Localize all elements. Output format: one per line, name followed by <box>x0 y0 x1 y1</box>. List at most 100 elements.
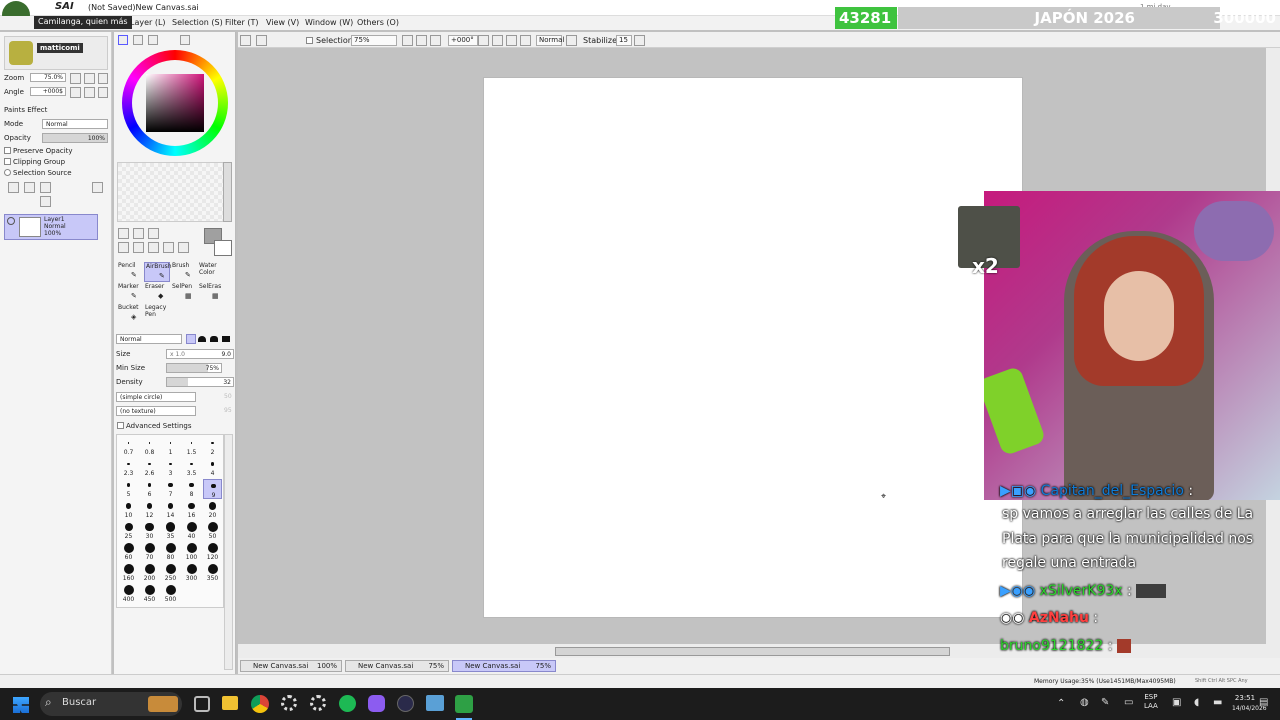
windows-start-icon[interactable] <box>13 697 29 713</box>
brush-shape-dropdown[interactable]: (simple circle) <box>116 392 196 402</box>
layer-row[interactable]: Layer1 Normal 100% <box>4 214 98 240</box>
rotate-left-icon[interactable] <box>70 87 81 98</box>
brush-size-cell[interactable]: 2.3 <box>119 458 138 478</box>
tray-app-icon[interactable]: ▭ <box>1124 697 1133 708</box>
swatch-area[interactable] <box>117 162 227 222</box>
canvas-tab[interactable]: New Canvas.sai 75% <box>345 660 449 672</box>
deselect-icon[interactable] <box>240 35 251 46</box>
shape-round-1-icon[interactable] <box>198 336 206 342</box>
maximize-icon[interactable]: ▢ <box>1230 3 1238 12</box>
menu-layer[interactable]: Layer (L) <box>130 18 166 27</box>
tool-pencil[interactable]: Pencil ✎ <box>117 262 143 282</box>
swatch-tab-icon[interactable] <box>180 35 190 45</box>
brush-size-cell[interactable]: 25 <box>119 521 138 541</box>
brush-size-cell[interactable]: 60 <box>119 542 138 562</box>
rotate-ccw-icon[interactable] <box>478 35 489 46</box>
notification-icon[interactable]: ▤ <box>1259 697 1268 708</box>
tray-chevron-icon[interactable]: ⌃ <box>1057 698 1065 709</box>
zoom-in-toolbar-icon[interactable] <box>402 35 413 46</box>
brush-size-cell[interactable]: 14 <box>161 500 180 520</box>
rotate-cw-icon[interactable] <box>492 35 503 46</box>
zoom-in-icon[interactable] <box>70 73 81 84</box>
tool-bucket[interactable]: Bucket ◈ <box>117 304 143 324</box>
lasso-icon[interactable] <box>133 228 144 239</box>
zoom-out-icon[interactable] <box>84 73 95 84</box>
min-size-slider[interactable]: 75% <box>166 363 222 373</box>
sai-taskbar-icon[interactable] <box>455 695 473 713</box>
density-slider[interactable]: 32 <box>166 377 234 387</box>
network-icon[interactable]: ▣ <box>1172 697 1181 708</box>
size-grid-scrollbar[interactable] <box>224 434 233 670</box>
brush-size-cell[interactable]: 400 <box>119 584 138 604</box>
angle-value[interactable]: +000$ <box>30 87 66 96</box>
advanced-settings-checkbox[interactable] <box>117 422 124 429</box>
brush-size-cell[interactable]: 300 <box>182 563 201 583</box>
rgb-slider-tab-icon[interactable] <box>133 35 143 45</box>
taskview-icon[interactable] <box>194 696 210 712</box>
brush-size-cell[interactable]: 30 <box>140 521 159 541</box>
color-wheel-tab-icon[interactable] <box>118 35 128 45</box>
zoom-out-toolbar-icon[interactable] <box>416 35 427 46</box>
mode-dropdown[interactable]: Normal <box>42 119 108 129</box>
selection-checkbox[interactable] <box>306 37 313 44</box>
size-slider[interactable]: x 1.0 9.0 <box>166 349 234 359</box>
brush-size-cell[interactable]: 6 <box>140 479 159 499</box>
tool-eraser[interactable]: Eraser ◆ <box>144 283 170 303</box>
tool-watercolor[interactable]: Water Color <box>198 262 224 282</box>
discord-icon[interactable] <box>368 695 385 712</box>
brush-size-cell[interactable]: 50 <box>203 521 222 541</box>
rotate-right-icon[interactable] <box>84 87 95 98</box>
microphone-icon[interactable]: ◍ <box>1080 697 1089 708</box>
menu-others[interactable]: Others (O) <box>357 18 399 27</box>
magic-wand-icon[interactable] <box>148 228 159 239</box>
drawing-canvas[interactable] <box>483 77 1023 618</box>
blend-mode-dropdown[interactable]: Normal <box>116 334 182 344</box>
photos-icon[interactable] <box>426 695 444 711</box>
zoom-tool-icon[interactable] <box>133 242 144 253</box>
app-gear-icon[interactable] <box>310 695 326 711</box>
shape-triangle-icon[interactable] <box>186 334 196 344</box>
tool-seleras[interactable]: SelEras ▦ <box>198 283 224 303</box>
brush-size-cell[interactable]: 40 <box>182 521 201 541</box>
rotate-reset-toolbar-icon[interactable] <box>506 35 517 46</box>
file-explorer-icon[interactable] <box>222 696 238 710</box>
zoom-dropdown[interactable]: 75% <box>351 35 397 46</box>
layer-transfer-icon[interactable] <box>40 196 51 207</box>
color-wheel[interactable] <box>122 50 228 156</box>
tool-legacypen[interactable]: Legacy Pen <box>144 304 170 324</box>
stabilizer-dropdown[interactable]: 15 <box>616 35 632 46</box>
brush-size-cell[interactable]: 2 <box>203 437 222 457</box>
spotify-icon[interactable] <box>339 695 356 712</box>
preserve-opacity-checkbox[interactable] <box>4 147 11 154</box>
secondary-color-swatch[interactable] <box>214 240 232 256</box>
obs-icon[interactable] <box>397 695 414 712</box>
brush-size-cell[interactable]: 120 <box>203 542 222 562</box>
brush-size-cell[interactable]: 4 <box>203 458 222 478</box>
canvas-tab[interactable]: New Canvas.sai 100% <box>240 660 342 672</box>
brush-size-cell[interactable]: 100 <box>182 542 201 562</box>
pen-icon[interactable]: ✎ <box>1101 697 1109 708</box>
angle-dropdown[interactable]: +000° <box>448 35 478 46</box>
new-layer-icon[interactable] <box>8 182 19 193</box>
eye-icon[interactable] <box>7 217 15 225</box>
brush-size-cell[interactable]: 3.5 <box>182 458 201 478</box>
brush-size-cell[interactable]: 1 <box>161 437 180 457</box>
brush-size-cell[interactable]: 0.7 <box>119 437 138 457</box>
brush-size-cell[interactable]: 20 <box>203 500 222 520</box>
selection-source-radio[interactable] <box>4 169 11 176</box>
settings-gear-icon[interactable] <box>281 695 297 711</box>
brush-size-cell[interactable]: 160 <box>119 563 138 583</box>
chrome-icon[interactable] <box>251 695 269 713</box>
brush-size-cell[interactable]: 3 <box>161 458 180 478</box>
brush-size-cell[interactable]: 5 <box>119 479 138 499</box>
brush-size-cell[interactable]: 10 <box>119 500 138 520</box>
zoom-fit-icon[interactable] <box>430 35 441 46</box>
brush-size-cell[interactable]: 7 <box>161 479 180 499</box>
taskbar-search[interactable]: ⌕ Buscar <box>40 692 182 716</box>
brush-size-cell[interactable]: 500 <box>161 584 180 604</box>
tool-brush[interactable]: Brush ✎ <box>171 262 197 282</box>
brush-size-cell[interactable]: 350 <box>203 563 222 583</box>
zoom-reset-icon[interactable] <box>98 73 108 84</box>
advanced-settings-label[interactable]: Advanced Settings <box>126 422 192 430</box>
tool-marker[interactable]: Marker ✎ <box>117 283 143 303</box>
